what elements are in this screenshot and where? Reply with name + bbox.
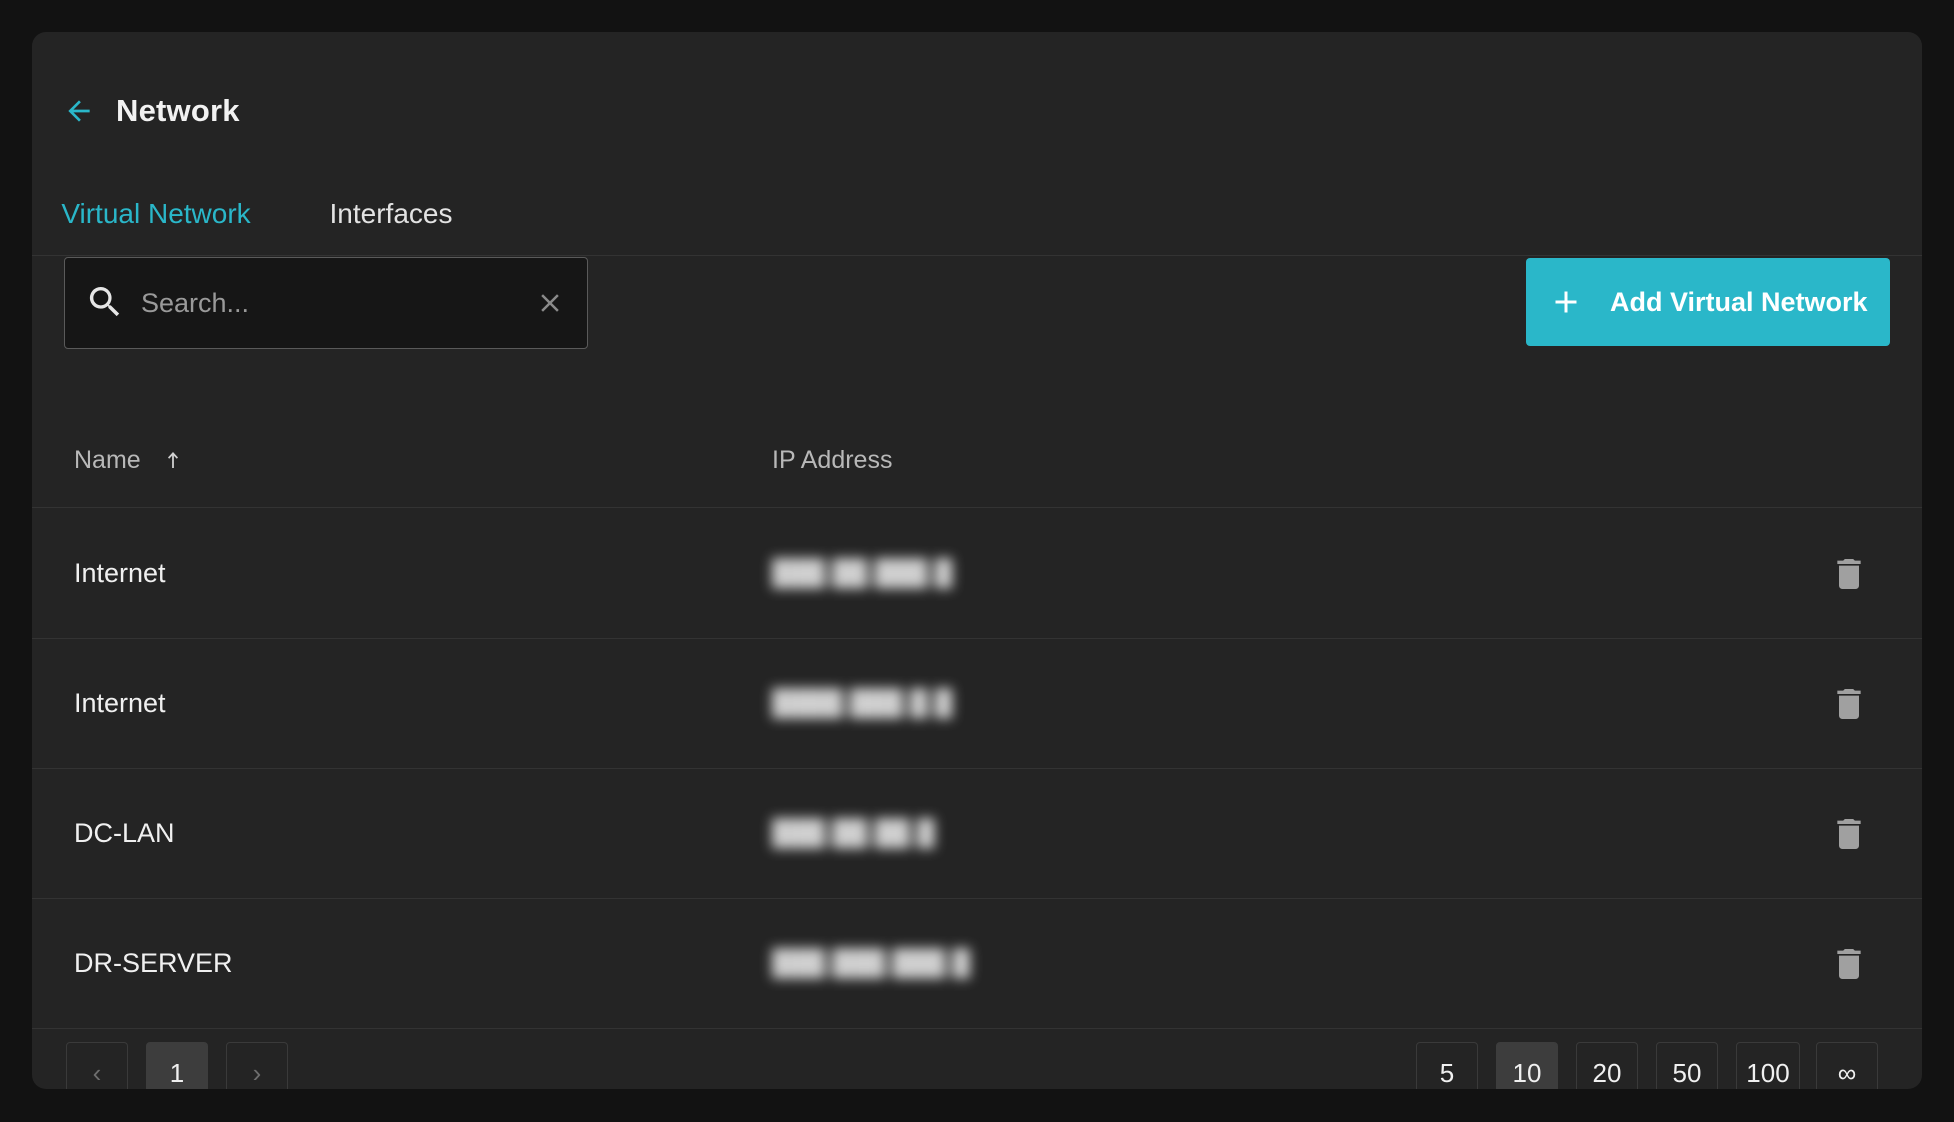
page-size-10[interactable]: 10 xyxy=(1496,1042,1558,1089)
pagination: ‹ 1 › 5 10 20 50 100 ∞ xyxy=(32,1042,1922,1089)
plus-icon xyxy=(1548,284,1584,320)
page-title: Network xyxy=(116,93,240,128)
prev-page-button[interactable]: ‹ xyxy=(66,1042,128,1089)
network-name: DR-SERVER xyxy=(74,948,233,978)
page-size-5[interactable]: 5 xyxy=(1416,1042,1478,1089)
network-name: Internet xyxy=(74,558,166,588)
page-size-20[interactable]: 20 xyxy=(1576,1042,1638,1089)
ip-address: ███.██.██.█ xyxy=(772,819,935,847)
ip-address: ███.███.███.█ xyxy=(772,949,970,977)
trash-icon[interactable] xyxy=(1829,944,1869,984)
trash-icon[interactable] xyxy=(1829,814,1869,854)
table-row[interactable]: Internet ███.██.███.█ xyxy=(32,509,1922,639)
search-input[interactable] xyxy=(141,258,521,348)
next-page-button[interactable]: › xyxy=(226,1042,288,1089)
trash-icon[interactable] xyxy=(1829,554,1869,594)
column-header-ip-address: IP Address xyxy=(772,445,893,474)
trash-icon[interactable] xyxy=(1829,684,1869,724)
column-label-name: Name xyxy=(74,445,141,474)
page-header: Network xyxy=(62,84,240,138)
arrow-left-icon[interactable] xyxy=(62,94,96,128)
tab-bar: Virtual Network Interfaces xyxy=(32,172,1922,256)
add-virtual-network-button[interactable]: Add Virtual Network xyxy=(1526,258,1890,346)
table-row[interactable]: Internet ████.███.█.█ xyxy=(32,639,1922,769)
network-panel: Network Virtual Network Interfaces Add V… xyxy=(32,32,1922,1089)
close-icon[interactable] xyxy=(535,288,565,318)
table-row[interactable]: DR-SERVER ███.███.███.█ xyxy=(32,899,1922,1029)
page-size-50[interactable]: 50 xyxy=(1656,1042,1718,1089)
tab-interfaces[interactable]: Interfaces xyxy=(296,172,486,256)
arrow-up-icon xyxy=(163,449,183,471)
network-name: DC-LAN xyxy=(74,818,175,848)
page-size-all[interactable]: ∞ xyxy=(1816,1042,1878,1089)
network-name: Internet xyxy=(74,688,166,718)
tab-virtual-network[interactable]: Virtual Network xyxy=(32,172,272,256)
ip-address: ████.███.█.█ xyxy=(772,689,953,717)
page-1-button[interactable]: 1 xyxy=(146,1042,208,1089)
table-row[interactable]: DC-LAN ███.██.██.█ xyxy=(32,769,1922,899)
add-button-label: Add Virtual Network xyxy=(1610,286,1868,317)
page-size-100[interactable]: 100 xyxy=(1736,1042,1800,1089)
search-icon xyxy=(85,282,125,322)
table-header: Name IP Address xyxy=(32,412,1922,508)
ip-address: ███.██.███.█ xyxy=(772,559,953,587)
column-header-name[interactable]: Name xyxy=(74,412,183,508)
search-field xyxy=(64,257,588,349)
